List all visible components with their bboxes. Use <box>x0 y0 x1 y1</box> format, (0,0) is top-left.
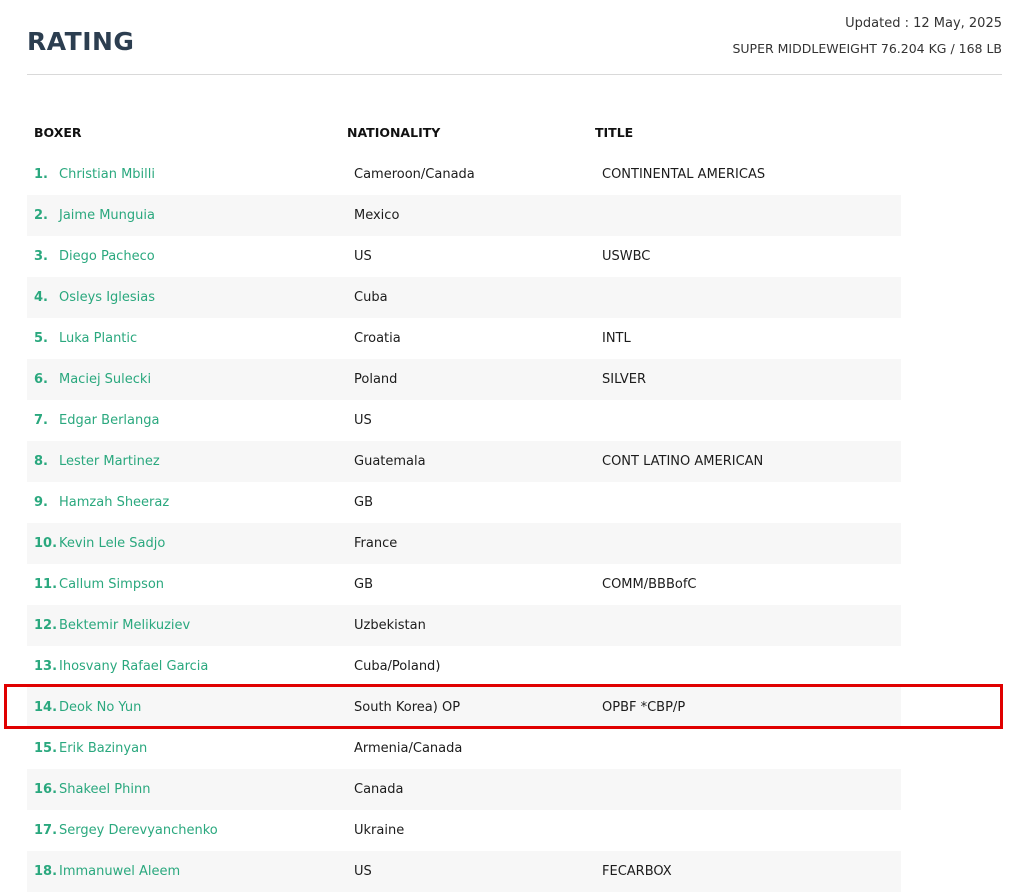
boxer-name-link[interactable]: Ihosvany Rafael Garcia <box>59 658 208 675</box>
title-cell: SILVER <box>602 372 647 387</box>
rating-page: RATING Updated : 12 May, 2025 SUPER MIDD… <box>0 0 1012 893</box>
boxer-name-link[interactable]: Hamzah Sheeraz <box>59 494 169 511</box>
title-cell: OPBF *CBP/P <box>602 700 686 715</box>
nationality-cell: Croatia <box>354 331 401 346</box>
boxer-name-link[interactable]: Christian Mbilli <box>59 166 155 183</box>
table-row: 9. Hamzah Sheeraz GB <box>27 482 901 523</box>
title-cell: COMM/BBBofC <box>602 577 697 592</box>
boxer-name-link[interactable]: Sergey Derevyanchenko <box>59 822 218 839</box>
table-row: 6. Maciej Sulecki Poland SILVER <box>27 359 901 400</box>
nationality-cell: South Korea) OP <box>354 700 461 715</box>
table-row: 1. Christian Mbilli Cameroon/Canada CONTINE… <box>27 154 901 195</box>
rank-number: 4. <box>34 290 48 305</box>
boxer-name-link[interactable]: Deok No Yun <box>59 699 141 716</box>
nationality-cell: Poland <box>354 372 398 387</box>
title-cell: INTL <box>602 331 631 346</box>
rank-number: 12. <box>34 618 58 633</box>
rank-number: 13. <box>34 659 58 674</box>
page-header: RATING Updated : 12 May, 2025 SUPER MIDD… <box>27 0 1002 75</box>
nationality-cell: US <box>354 413 372 428</box>
rank-number: 3. <box>34 249 48 264</box>
nationality-cell: Uzbekistan <box>354 618 426 633</box>
table-row: 11. Callum Simpson GB COMM/BBBofC <box>27 564 901 605</box>
nationality-cell: Canada <box>354 782 404 797</box>
table-row: 13. Ihosvany Rafael Garcia Cuba/Poland) <box>27 646 901 687</box>
boxer-name-link[interactable]: Kevin Lele Sadjo <box>59 535 165 552</box>
rank-number: 10. <box>34 536 58 551</box>
nationality-cell: Ukraine <box>354 823 405 838</box>
column-header-nationality: NATIONALITY <box>347 125 441 140</box>
boxer-name-link[interactable]: Luka Plantic <box>59 330 137 347</box>
rank-number: 14. <box>34 700 58 715</box>
rank-number: 5. <box>34 331 48 346</box>
rank-number: 6. <box>34 372 48 387</box>
column-header-title: TITLE <box>595 125 634 140</box>
rank-number: 17. <box>34 823 58 838</box>
boxer-name-link[interactable]: Immanuwel Aleem <box>59 863 180 880</box>
table-row: 5. Luka Plantic Croatia INTL <box>27 318 901 359</box>
title-cell: USWBC <box>602 249 651 264</box>
table-row: 12. Bektemir Melikuziev Uzbekistan <box>27 605 901 646</box>
column-header-boxer: BOXER <box>34 125 82 140</box>
table-row: 18. Immanuwel Aleem US FECARBOX <box>27 851 901 892</box>
nationality-cell: Cameroon/Canada <box>354 167 475 182</box>
boxer-name-link[interactable]: Edgar Berlanga <box>59 412 159 429</box>
rank-number: 16. <box>34 782 58 797</box>
nationality-cell: US <box>354 249 372 264</box>
table-row: 2. Jaime Munguia Mexico <box>27 195 901 236</box>
nationality-cell: US <box>354 864 372 879</box>
rank-number: 15. <box>34 741 58 756</box>
rank-number: 18. <box>34 864 58 879</box>
table-row: 4. Osleys Iglesias Cuba <box>27 277 901 318</box>
title-cell: CONT LATINO AMERICAN <box>602 454 764 469</box>
table-row: 10. Kevin Lele Sadjo France <box>27 523 901 564</box>
boxer-name-link[interactable]: Diego Pacheco <box>59 248 155 265</box>
table-row: 14. Deok No Yun South Korea) OP OPBF *CBP/P <box>27 687 901 728</box>
boxer-name-link[interactable]: Lester Martinez <box>59 453 160 470</box>
rank-number: 2. <box>34 208 48 223</box>
boxer-name-link[interactable]: Maciej Sulecki <box>59 371 151 388</box>
nationality-cell: GB <box>354 577 373 592</box>
title-cell: CONTINENTAL AMERICAS <box>602 167 766 182</box>
rank-number: 9. <box>34 495 48 510</box>
boxer-name-link[interactable]: Bektemir Melikuziev <box>59 617 190 634</box>
table-row: 7. Edgar Berlanga US <box>27 400 901 441</box>
nationality-cell: Armenia/Canada <box>354 741 463 756</box>
boxer-name-link[interactable]: Jaime Munguia <box>59 207 155 224</box>
table-row: 15. Erik Bazinyan Armenia/Canada <box>27 728 901 769</box>
boxer-name-link[interactable]: Erik Bazinyan <box>59 740 147 757</box>
table-header: BOXER NATIONALITY TITLE <box>0 124 1012 144</box>
table-row: 17. Sergey Derevyanchenko Ukraine <box>27 810 901 851</box>
rank-number: 1. <box>34 167 48 182</box>
nationality-cell: Mexico <box>354 208 400 223</box>
table-row: 8. Lester Martinez Guatemala CONT LATINO AM… <box>27 441 901 482</box>
table-row: 16. Shakeel Phinn Canada <box>27 769 901 810</box>
rank-number: 11. <box>34 577 58 592</box>
nationality-cell: Guatemala <box>354 454 426 469</box>
title-cell: FECARBOX <box>602 864 672 879</box>
page-title: RATING <box>27 27 135 56</box>
nationality-cell: GB <box>354 495 373 510</box>
boxer-name-link[interactable]: Callum Simpson <box>59 576 164 593</box>
ratings-table: 1. Christian Mbilli Cameroon/Canada CONTINE… <box>27 154 901 892</box>
nationality-cell: Cuba/Poland) <box>354 659 441 674</box>
rank-number: 8. <box>34 454 48 469</box>
nationality-cell: France <box>354 536 398 551</box>
nationality-cell: Cuba <box>354 290 388 305</box>
boxer-name-link[interactable]: Shakeel Phinn <box>59 781 150 798</box>
table-row: 3. Diego Pacheco US USWBC <box>27 236 901 277</box>
updated-date: Updated : 12 May, 2025 <box>845 16 1002 31</box>
rank-number: 7. <box>34 413 48 428</box>
boxer-name-link[interactable]: Osleys Iglesias <box>59 289 155 306</box>
weight-division: SUPER MIDDLEWEIGHT 76.204 KG / 168 LB <box>732 41 1002 56</box>
